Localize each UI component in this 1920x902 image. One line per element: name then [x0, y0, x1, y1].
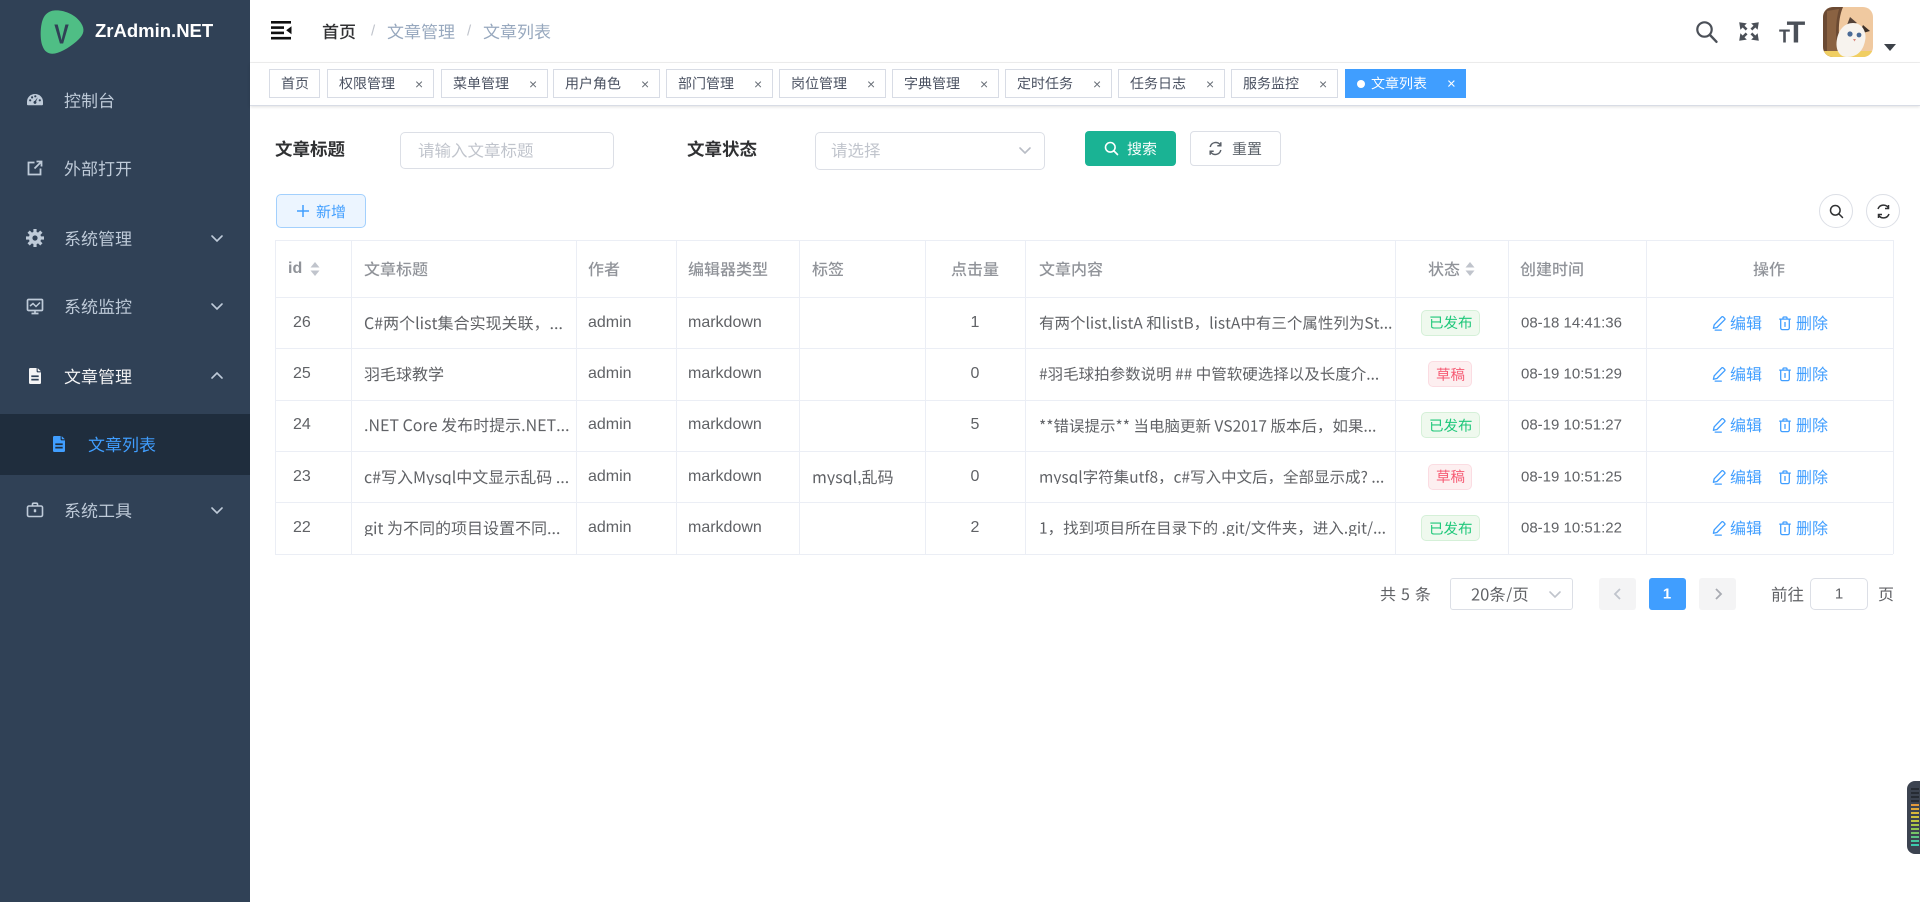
svg-text:V: V	[54, 19, 69, 50]
svg-text:T: T	[1787, 20, 1805, 44]
